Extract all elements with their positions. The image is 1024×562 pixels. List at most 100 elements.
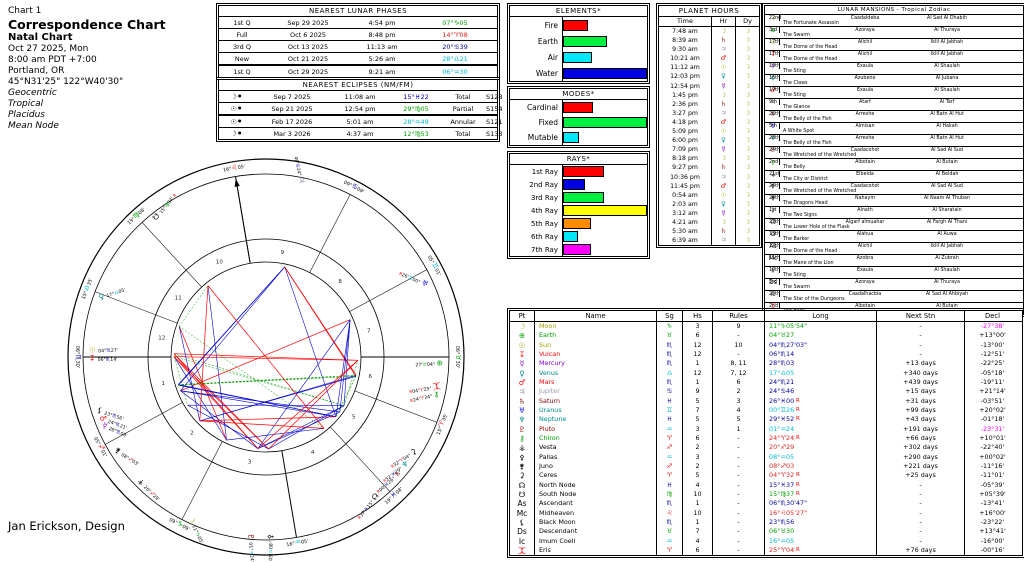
mansion-ordinal: 27th [769,219,781,225]
bar-track [562,33,647,49]
mansion-ordinal: 21st [769,171,780,177]
hour-time: 2:03 am [672,200,698,208]
house-cusp-line [309,194,351,273]
planet-row: Ds Descendant ♉ 7-06°♉30- +13°41' [510,527,1022,538]
lunar-mansion-row: ♂ 19th Exaula Al Shaulah The Sting [765,86,1023,98]
wheel-planet-label: ↧ 06°♏14' [89,354,118,363]
phase-time: 8:48 pm [368,30,396,39]
mansion-ordinal: 24th [769,147,781,153]
lunar-phase-row: 1st Q Oct 29 2025 9:21 am 06°♒30 [219,64,497,77]
lunar-mansion-row: As 17th Alichil Iklil Al Jabhah The Dome of … [765,242,1023,254]
planet-hour-row: 2:36 pm ♄ ☽ [659,99,759,109]
bar-value [563,117,647,128]
phase-name: Full [236,30,248,39]
day-planet-icon: ☽ [735,217,759,228]
eclipse-row: ☽ ● Mar 3 2026 4:37 am 12°♍53 Total S133 [219,127,503,139]
solar-eclipse-icon: ☉ ● [230,105,242,113]
planet-col-rules: Rules [712,311,764,321]
planet-row: ☿ Mercury ♏ 1 8, 11 28°♏03 +13 days -22°25' [510,359,1022,370]
wheel-planet-label: 27'♉04° ⊕ [415,358,443,368]
lunar-mansion-row: ☽ 22nd Caadaldeba Al Sad Al Dhabih The Fortu… [765,15,1023,26]
planet-row: ⚵ Juno ♐ 2-08°♐03 +221 days -11°16' [510,461,1022,473]
hour-planet-icon: ♂ [711,54,735,64]
cusp-degree-label: 05°♐01' [92,435,110,458]
eclipse-saros: S133 [486,129,503,138]
planet-col-decl: Decl [964,311,1020,321]
planet-hours-table: PLANET HOURS Time Hr Dy 7:48 am ☽ ☽ 8:39 am… [656,2,762,249]
planet-row: ♀ Venus ♎ 12 7, 12 17°♎05 +340 days -05°18' [510,368,1022,379]
planet-positions-table: Pt Name Sg Hs Rules Long Next Stn Decl ☽ Moon ♑ 3 9… [507,307,1024,559]
planet-hour-row: 12:54 pm ☿ ☽ [659,81,759,91]
bar-label: Air [547,52,558,62]
lunar-mansion-row: ♀ 16th Azubene Al Jubana The Claws [765,74,1023,86]
bar-track [562,178,647,191]
bar-row: Earth [510,33,647,49]
lunar-mansion-row: ♇ 24th Caadacohot Al Sad Al Sud The Wretched… [765,146,1023,158]
mansion-arabic-name: Al Sad Al Sud [931,183,963,189]
lunar-mansion-row: ⚵ 20th Nahaym Al Naam Al Thuban The Dragons … [765,194,1023,206]
lunar-mansions-table: LUNAR MANSIONS - Tropical Zodiac ☽ 22nd Ca… [762,3,1024,317]
natal-chart-wheel: 06°♏30'05°♐01'09°♑09'16°♒05'19°♓08'15°♈3… [67,155,465,562]
planet-row: ♃ Jupiter ♋ 9 2 24°♋46 +15 days +21°14' [510,387,1022,398]
bar-value [563,102,593,113]
planet-icon: ⯰ [518,545,526,555]
planet-col-sg: Sg [656,311,682,321]
planet-hour-row: 10:36 pm ♃ ☽ [659,172,759,182]
setting-node: Mean Node [8,121,59,131]
aspect-line [257,360,359,449]
day-planet-icon: ☽ [735,72,759,82]
bar-label: 7th Ray [530,245,558,254]
bar-track [562,165,647,178]
bar-track [562,115,647,130]
bar-row: Cardinal [510,100,647,115]
house-number: 11 [175,295,182,301]
day-planet-icon: ☽ [735,117,759,128]
house-number: 6 [368,374,372,380]
phase-date: Oct 21 2025 [287,54,329,63]
planet-hour-row: 9:27 pm ♄ ☽ [659,163,759,173]
hour-planet-icon: ♀ [711,136,735,146]
hour-time: 5:30 am [672,228,698,236]
col-dy: Dy [735,17,759,26]
day-planet-icon: ☽ [735,190,759,200]
bar-track [562,100,647,115]
hour-time: 9:27 pm [672,164,698,172]
aspect-line [179,285,209,327]
hour-time: 10:21 am [670,55,700,63]
bar-row: Water [510,65,647,81]
house-cusp-line [330,426,391,492]
mansion-ordinal: 24th [769,183,781,189]
elements-title: ELEMENTS* [510,6,647,17]
hour-planet-icon: ☿ [711,208,735,218]
bar-row: Fire [510,17,647,33]
lunar-mansion-row: ♄ 28th Arrexhe Al Batn Al Hut The Belly of t… [765,110,1023,122]
bar-label: Mutable [527,133,558,142]
planet-row: ⚴ Pallas ♒ 3-08°♒05 +290 days +00°02' [510,452,1022,463]
planet-hour-row: 6:39 am ♃ ☽ [659,236,759,246]
hour-time: 5:09 pm [672,128,698,136]
hour-planet-icon: ☽ [711,90,735,100]
house-cusp-line [281,450,297,538]
planet-col-long: Long [764,311,876,321]
eclipse-saros: S121 [486,117,503,126]
mansion-ordinal: 20th [769,195,781,201]
eclipse-saros: S154 [486,104,503,113]
eclipse-type: Total [455,129,471,138]
planet-next-station: +76 days [876,545,964,557]
bar-row: Mutable [510,130,647,145]
hour-planet-icon: ☿ [711,145,735,155]
eclipse-type: Annular [450,117,476,126]
col-time: Time [677,17,693,25]
mansion-ordinal: 13th [769,231,781,237]
mansion-arabic-name: Al Auwa [937,231,957,237]
lunar-mansion-row: ☉ 17th Alichil Iklil Al Jabhah The Dome of t… [765,38,1023,50]
hour-planet-icon: ☉ [711,63,735,73]
bar-row: 7th Ray [510,243,647,256]
bar-label: 6th Ray [530,232,558,241]
wheel-planet-label: ☋ 15°♍37' R [150,191,178,222]
wheel-planet-label: 46'♋24° ♃ [292,155,306,184]
day-planet-icon: ☽ [735,199,759,209]
mansion-ordinal: 25th [769,291,781,297]
lunar-mansion-row: ♅ 5th Almisan Al Hakah A White Spot [765,122,1023,134]
planet-row: ⚳ Ceres ♈ 5-04°♈32 R +25 days -11°01' [510,471,1022,482]
